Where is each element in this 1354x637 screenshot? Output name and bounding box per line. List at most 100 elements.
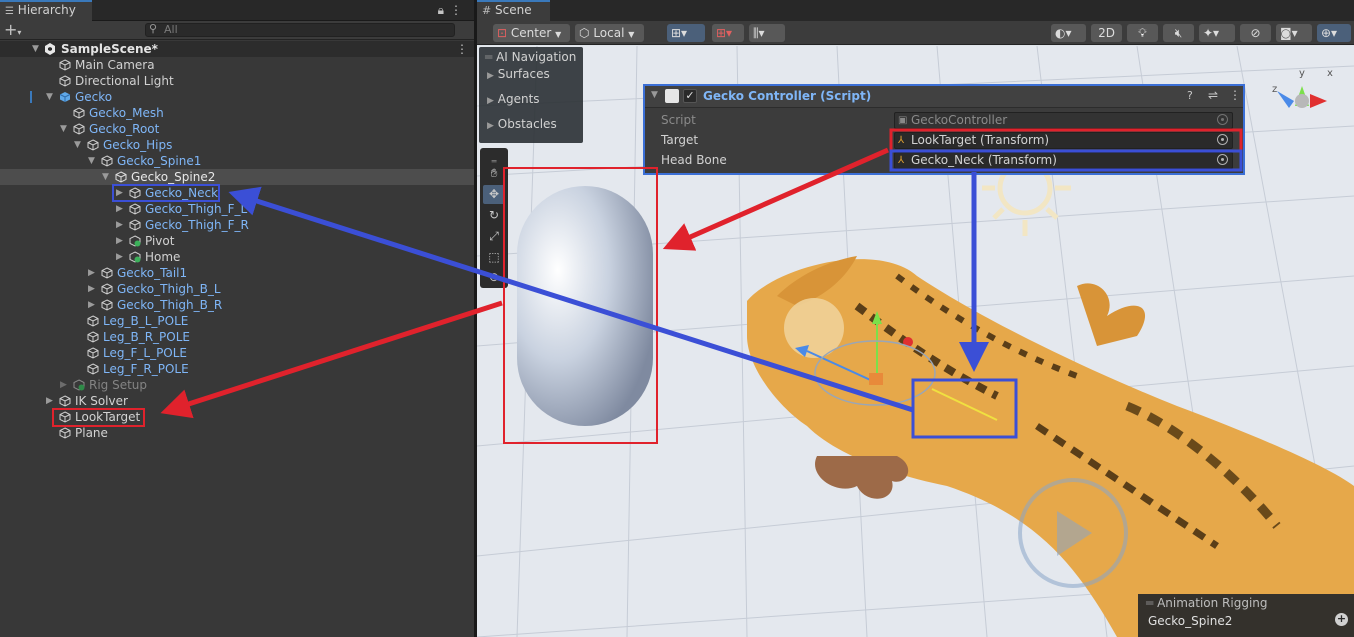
object-picker-icon[interactable] — [1217, 154, 1228, 165]
audio-toggle[interactable]: 🔇︎ — [1163, 24, 1194, 42]
tab-hierarchy[interactable]: ☰ Hierarchy — [0, 0, 92, 21]
tree-label: Plane — [75, 426, 108, 440]
draw-mode-dropdown[interactable]: ◐▾ — [1051, 24, 1086, 42]
tree-item-leg-b-r-pole[interactable]: Leg_B_R_POLE — [0, 329, 474, 345]
gameobject-icon — [101, 299, 113, 311]
tree-item-plane[interactable]: Plane — [0, 425, 474, 441]
target-field[interactable]: ⅄ LookTarget (Transform) — [894, 132, 1233, 149]
animation-rigging-value: Gecko_Spine2 — [1148, 614, 1233, 628]
tree-label: Home — [145, 250, 181, 264]
toggle-2d-button[interactable]: 2D — [1091, 24, 1122, 42]
collapse-arrow-icon[interactable]: ▶ — [60, 377, 70, 393]
animation-rigging-title[interactable]: ═ Animation Rigging — [1146, 596, 1268, 610]
collapse-arrow-icon[interactable]: ▶ — [88, 265, 98, 281]
transform-tool-icon[interactable]: ⊛ — [483, 268, 505, 287]
scene-row[interactable]: ▼ SampleScene* ⋮ — [0, 41, 474, 57]
kebab-menu-icon[interactable]: ⋮ — [450, 3, 468, 17]
hand-tool-icon[interactable]: ✋︎ — [483, 164, 505, 183]
collapse-arrow-icon[interactable]: ▶ — [116, 201, 126, 217]
effects-dropdown[interactable]: ✦▾ — [1199, 24, 1235, 42]
object-picker-icon[interactable] — [1217, 134, 1228, 145]
tree-item-pivot[interactable]: ▶ Pivot — [0, 233, 474, 249]
scene-grid-icon: # — [482, 4, 492, 17]
gizmos-dropdown[interactable]: ⊕▾ — [1317, 24, 1351, 42]
expand-arrow-icon[interactable]: ▼ — [60, 121, 70, 137]
create-dropdown-button[interactable]: +▾ — [4, 20, 21, 39]
collapse-arrow-icon[interactable]: ▶ — [116, 217, 126, 233]
grid-snap-icon: ⊞▾ — [671, 26, 688, 40]
collapse-arrow-icon[interactable]: ▶ — [88, 281, 98, 297]
ai-navigation-title[interactable]: ═ AI Navigation — [485, 50, 576, 64]
component-header: ▼ ✓ Gecko Controller (Script) ? ⇌ ⋮ — [645, 86, 1243, 108]
tree-item-gecko-spine2[interactable]: ▼ Gecko_Spine2 — [0, 169, 474, 185]
fold-arrow-icon[interactable]: ▼ — [651, 90, 658, 100]
head-bone-label: Head Bone — [661, 153, 727, 167]
hierarchy-window-controls: 🔒︎⋮ — [438, 3, 468, 18]
collapse-arrow-icon[interactable]: ▶ — [116, 249, 126, 265]
tree-label: Gecko_Thigh_B_L — [117, 282, 221, 296]
rotate-tool-icon[interactable]: ↻ — [483, 206, 505, 225]
scene-menu-icon[interactable]: ⋮ — [456, 41, 468, 57]
tab-scene[interactable]: # Scene — [477, 0, 550, 21]
ai-nav-item-surfaces[interactable]: ▶ Surfaces — [487, 67, 550, 81]
script-file-icon — [665, 89, 679, 103]
tree-item-looktarget[interactable]: LookTarget — [0, 409, 474, 425]
camera-settings-dropdown[interactable]: ◙▾ — [1276, 24, 1312, 42]
hidden-objects-toggle[interactable]: ⊘ — [1240, 24, 1271, 42]
tree-item-gecko-neck[interactable]: ▶ Gecko_Neck — [0, 185, 474, 201]
rect-tool-icon[interactable]: ⬚ — [483, 248, 505, 267]
move-tool-icon[interactable]: ✥ — [483, 185, 505, 204]
tree-item-gecko[interactable]: ▼ Gecko — [0, 89, 474, 105]
tree-item-gecko-thigh-b-l[interactable]: ▶ Gecko_Thigh_B_L — [0, 281, 474, 297]
tree-item-ik-solver[interactable]: ▶ IK Solver — [0, 393, 474, 409]
component-enabled-checkbox[interactable]: ✓ — [683, 89, 697, 103]
tree-item-gecko-mesh[interactable]: Gecko_Mesh — [0, 105, 474, 121]
lighting-toggle[interactable]: 💡︎ — [1127, 24, 1158, 42]
tree-item-leg-f-r-pole[interactable]: Leg_F_R_POLE — [0, 361, 474, 377]
head-bone-field[interactable]: ⅄ Gecko_Neck (Transform) — [894, 152, 1233, 169]
expand-arrow-icon[interactable]: ▼ — [88, 153, 98, 169]
component-title: Gecko Controller (Script) — [703, 89, 872, 103]
tree-item-gecko-hips[interactable]: ▼ Gecko_Hips — [0, 137, 474, 153]
effects-icon: ✦▾ — [1203, 26, 1220, 40]
tree-item-rig-setup[interactable]: ▶ Rig Setup — [0, 377, 474, 393]
tree-item-gecko-root[interactable]: ▼ Gecko_Root — [0, 121, 474, 137]
ai-nav-item-obstacles[interactable]: ▶ Obstacles — [487, 117, 557, 131]
tree-item-gecko-thigh-b-r[interactable]: ▶ Gecko_Thigh_B_R — [0, 297, 474, 313]
expand-arrow-icon[interactable]: ▼ — [102, 169, 112, 185]
looktarget-capsule[interactable] — [517, 186, 653, 426]
collapse-arrow-icon[interactable]: ▶ — [46, 393, 56, 409]
scale-tool-icon[interactable]: ⤢ — [483, 227, 505, 246]
tree-item-leg-f-l-pole[interactable]: Leg_F_L_POLE — [0, 345, 474, 361]
pivot-rotation-dropdown[interactable]: ⬡ Local ▼ — [575, 24, 644, 42]
scene-tab-label: Scene — [495, 3, 532, 17]
tree-item-leg-b-l-pole[interactable]: Leg_B_L_POLE — [0, 313, 474, 329]
head-bone-value: Gecko_Neck (Transform) — [911, 153, 1057, 167]
collapse-arrow-icon[interactable]: ▶ — [88, 297, 98, 313]
component-menu-icon[interactable]: ⋮ — [1229, 88, 1241, 102]
pivot-mode-dropdown[interactable]: ⊡ Center ▼ — [493, 24, 570, 42]
add-icon[interactable]: + — [1335, 613, 1348, 626]
expand-arrow-icon[interactable]: ▼ — [32, 41, 42, 57]
tree-item-gecko-thigh-f-l[interactable]: ▶ Gecko_Thigh_F_L — [0, 201, 474, 217]
hierarchy-search-input[interactable]: ⚲ All — [145, 23, 455, 37]
gameobject-icon — [129, 219, 141, 231]
tree-item-home[interactable]: ▶ Home — [0, 249, 474, 265]
gameobject-icon — [87, 363, 99, 375]
align-dropdown[interactable]: ⫼▾ — [749, 24, 785, 42]
collapse-arrow-icon[interactable]: ▶ — [116, 233, 126, 249]
grid-snapping-toggle[interactable]: ⊞▾ — [667, 24, 705, 42]
tree-item-main-camera[interactable]: Main Camera — [0, 57, 474, 73]
tree-item-directional-light[interactable]: Directional Light — [0, 73, 474, 89]
collapse-arrow-icon[interactable]: ▶ — [116, 185, 126, 201]
tree-item-gecko-tail1[interactable]: ▶ Gecko_Tail1 — [0, 265, 474, 281]
presets-icon[interactable]: ⇌ — [1208, 88, 1218, 102]
tree-item-gecko-spine1[interactable]: ▼ Gecko_Spine1 — [0, 153, 474, 169]
increment-snap-dropdown[interactable]: ⊞▾ — [712, 24, 744, 42]
lock-icon[interactable]: 🔒︎ — [438, 3, 450, 17]
expand-arrow-icon[interactable]: ▼ — [74, 137, 84, 153]
expand-arrow-icon[interactable]: ▼ — [46, 89, 56, 105]
ai-nav-item-agents[interactable]: ▶ Agents — [487, 92, 540, 106]
tree-item-gecko-thigh-f-r[interactable]: ▶ Gecko_Thigh_F_R — [0, 217, 474, 233]
help-icon[interactable]: ? — [1187, 89, 1193, 102]
